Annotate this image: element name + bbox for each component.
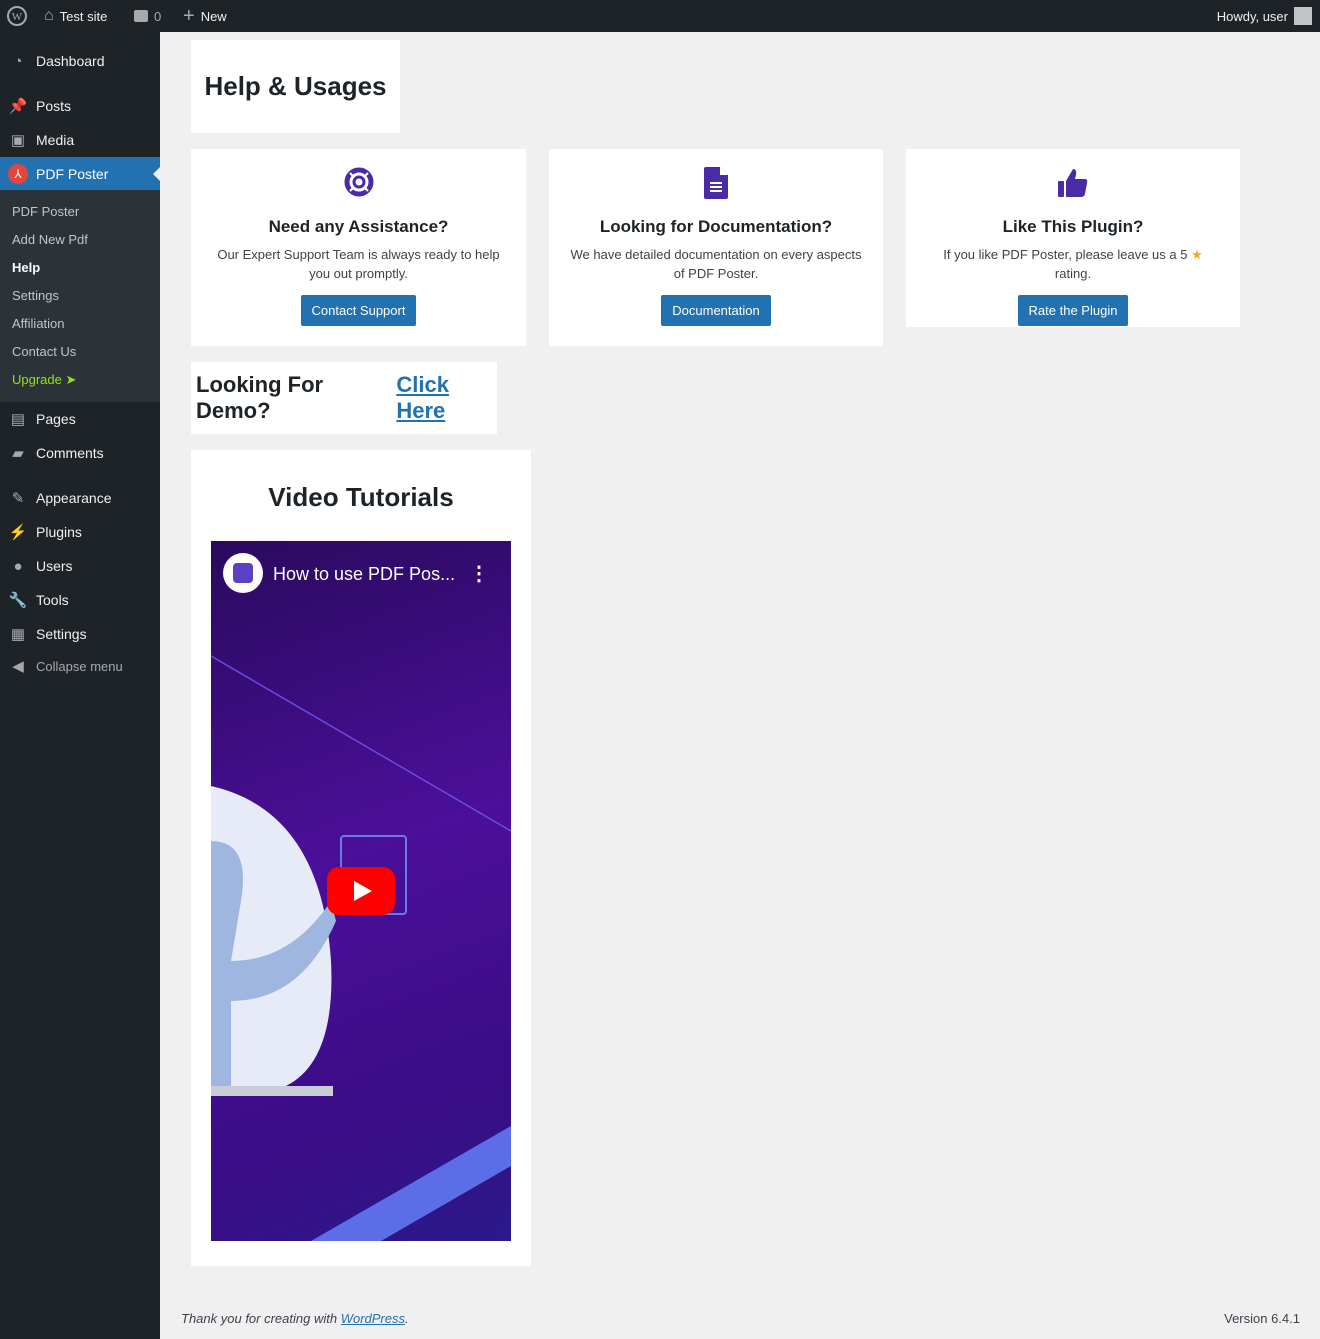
card-title: Looking for Documentation?	[599, 217, 833, 236]
current-arrow	[146, 167, 160, 181]
video-tutorials-box: Video Tutorials How to use PDF Pos... ⋮	[191, 450, 531, 1266]
video-heading: Video Tutorials	[268, 482, 454, 512]
comment-icon	[134, 10, 148, 22]
more-options-icon[interactable]: ⋮	[469, 561, 489, 586]
menu-settings[interactable]: ▦ Settings	[0, 617, 160, 651]
menu-pages[interactable]: ▤ Pages	[0, 402, 160, 436]
pdf-icon: ⅄	[0, 164, 36, 184]
contact-support-button[interactable]: Contact Support	[300, 295, 417, 326]
admin-menu: ◔ Dashboard 📌 Posts ▣ Media ⅄ PDF Poster PDF…	[0, 32, 160, 1339]
footer-thanks: Thank you for creating with WordPress.	[181, 1311, 409, 1326]
submenu-settings[interactable]: Settings	[12, 288, 59, 303]
plus-icon: +	[183, 4, 195, 27]
documentation-card: Looking for Documentation? We have detai…	[549, 149, 883, 346]
star-icon: ★	[1191, 247, 1203, 262]
pin-icon: 📌	[8, 98, 28, 115]
play-button[interactable]	[327, 867, 395, 915]
submenu: PDF Poster Add New Pdf Help Settings Aff…	[0, 190, 160, 402]
media-icon: ▣	[10, 132, 26, 149]
card-title: Need any Assistance?	[268, 217, 449, 236]
lifebuoy-icon	[344, 167, 373, 197]
collapse-icon: ◀	[12, 658, 24, 675]
brush-icon: ✎	[11, 490, 25, 507]
wordpress-link[interactable]: WordPress	[341, 1311, 405, 1326]
new-link[interactable]: + New	[183, 0, 227, 32]
video-title[interactable]: How to use PDF Pos...	[273, 564, 455, 585]
demo-box: Looking For Demo? Click Here	[191, 362, 497, 434]
channel-avatar[interactable]	[223, 553, 263, 593]
menu-appearance[interactable]: ✎ Appearance	[0, 481, 160, 515]
admin-bar: W ⌂ Test site 0 + New Howdy, user	[0, 0, 1320, 32]
documentation-button[interactable]: Documentation	[661, 295, 771, 326]
play-icon	[354, 881, 372, 901]
dashboard-icon: ◔	[13, 52, 23, 70]
comment-icon: ▰	[12, 445, 24, 462]
wrench-icon: 🔧	[8, 592, 28, 609]
submenu-help[interactable]: Help	[12, 260, 40, 275]
home-icon: ⌂	[44, 7, 54, 24]
submenu-upgrade[interactable]: Upgrade ➤	[12, 372, 76, 388]
comments-link[interactable]: 0	[134, 0, 161, 32]
account-menu[interactable]: Howdy, user	[1217, 0, 1312, 32]
user-icon: ●	[13, 557, 23, 575]
card-title: Like This Plugin?	[1002, 217, 1144, 236]
menu-users[interactable]: ● Users	[0, 549, 160, 583]
collapse-menu[interactable]: ◀ Collapse menu	[0, 649, 160, 683]
submenu-pdf-poster[interactable]: PDF Poster	[12, 204, 79, 219]
assistance-card: Need any Assistance? Our Expert Support …	[191, 149, 526, 346]
page-title-box: Help & Usages	[191, 40, 400, 133]
settings-icon: ▦	[10, 626, 26, 643]
submenu-contact[interactable]: Contact Us	[12, 344, 76, 359]
menu-posts[interactable]: 📌 Posts	[0, 89, 160, 123]
card-text: Our Expert Support Team is always ready …	[217, 247, 500, 281]
wordpress-logo-icon[interactable]: W	[7, 0, 27, 32]
arrow-icon: ➤	[65, 372, 77, 387]
thumbs-up-icon	[1058, 169, 1088, 197]
menu-comments[interactable]: ▰ Comments	[0, 436, 160, 470]
video-player[interactable]: How to use PDF Pos... ⋮	[211, 541, 511, 1241]
svg-text:W: W	[12, 11, 23, 23]
submenu-add-new[interactable]: Add New Pdf	[12, 232, 88, 247]
document-icon	[704, 167, 728, 199]
site-link[interactable]: ⌂ Test site	[44, 0, 107, 32]
demo-link[interactable]: Click Here	[396, 372, 497, 424]
page-title: Help & Usages	[204, 71, 387, 101]
menu-tools[interactable]: 🔧 Tools	[0, 583, 160, 617]
menu-pdf-poster[interactable]: ⅄ PDF Poster	[0, 157, 160, 191]
menu-dashboard[interactable]: ◔ Dashboard	[0, 44, 160, 78]
rate-card: Like This Plugin? If you like PDF Poster…	[906, 149, 1240, 327]
pages-icon: ▤	[10, 411, 26, 428]
submenu-affiliation[interactable]: Affiliation	[12, 316, 65, 331]
plug-icon: ⚡	[8, 524, 28, 541]
version: Version 6.4.1	[1224, 1311, 1300, 1326]
card-text: If you like PDF Poster, please leave us …	[943, 247, 1203, 281]
avatar	[1294, 7, 1312, 25]
menu-media[interactable]: ▣ Media	[0, 123, 160, 157]
rate-plugin-button[interactable]: Rate the Plugin	[1017, 295, 1129, 326]
card-text: We have detailed documentation on every …	[570, 247, 862, 281]
menu-plugins[interactable]: ⚡ Plugins	[0, 515, 160, 549]
